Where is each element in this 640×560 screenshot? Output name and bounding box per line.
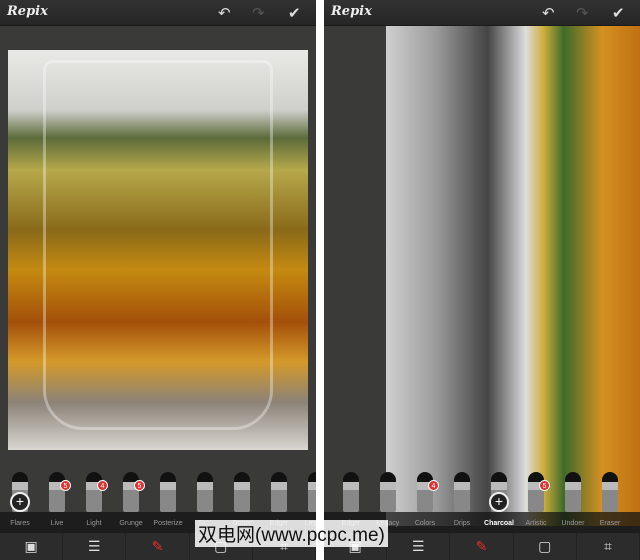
brush-edger[interactable]: Edger (337, 472, 365, 527)
premium-count-badge: 5 (134, 480, 145, 491)
brush-pen-icon (565, 472, 581, 512)
brush-pen-icon (49, 472, 65, 512)
brush-pen-icon (234, 472, 250, 512)
brush-sz[interactable]: Sz... (191, 472, 219, 527)
brush-undoer[interactable]: Undoer (559, 472, 587, 527)
brush-pen-icon (197, 472, 213, 512)
brush-pen-icon (343, 472, 359, 512)
brush-colors[interactable]: 4 Colors (411, 472, 439, 527)
plus-icon[interactable]: + (489, 492, 509, 512)
brush-pen-icon (308, 472, 316, 512)
undo-icon[interactable]: ↶ (218, 4, 231, 22)
brush-pen-icon (528, 472, 544, 512)
premium-count-badge: 5 (539, 480, 550, 491)
brush-pen-icon (417, 472, 433, 512)
crop-icon[interactable]: ⌗ (577, 533, 640, 560)
glass-mug (43, 60, 273, 430)
brush-pen-icon (271, 472, 287, 512)
brush-pen-icon (123, 472, 139, 512)
sliders-icon[interactable]: ☰ (387, 533, 451, 560)
premium-count-badge: 4 (97, 480, 108, 491)
brush-drips[interactable]: Drips (448, 472, 476, 527)
brush-light[interactable]: 4 Light (80, 472, 108, 527)
brush-legacy[interactable]: Legacy (302, 472, 316, 527)
brush-pen-icon (380, 472, 396, 512)
plus-icon[interactable]: + (10, 492, 30, 512)
brush-dotter[interactable]: Dotter (324, 472, 328, 512)
brush-flares[interactable]: + Flares (6, 472, 34, 527)
brush-grunge[interactable]: 5 Grunge (117, 472, 145, 527)
done-check-icon[interactable]: ✔ (612, 4, 625, 22)
top-bar: Repix ↶ ↷ ✔ (0, 0, 316, 26)
redo-icon[interactable]: ↷ (576, 4, 589, 22)
redo-icon[interactable]: ↷ (252, 4, 265, 22)
pencil-icon[interactable]: ✎ (450, 533, 514, 560)
undo-icon[interactable]: ↶ (542, 4, 555, 22)
brush-pen-icon (86, 472, 102, 512)
photo-canvas[interactable] (8, 50, 308, 450)
app-logo: Repix (331, 4, 372, 19)
brush-dotter[interactable]: Dotter (228, 472, 256, 527)
done-check-icon[interactable]: ✔ (288, 4, 301, 22)
brush-eraser[interactable]: Eraser (596, 472, 624, 527)
photo-canvas[interactable] (386, 26, 640, 526)
app-logo: Repix (7, 4, 48, 19)
brush-pen-icon (454, 472, 470, 512)
brush-live[interactable]: 5 Live (43, 472, 71, 527)
watermark: 双电网(www.pcpc.me) (195, 520, 388, 547)
frame-icon[interactable]: ▢ (514, 533, 577, 560)
brush-label: Eraser (599, 520, 621, 527)
left-screen: Repix ↶ ↷ ✔ + Flares 5 Live 4 Light 5 Grunge Pos… (0, 0, 316, 560)
premium-count-badge: 4 (428, 480, 439, 491)
pencil-icon[interactable]: ✎ (126, 533, 190, 560)
brush-charcoal[interactable]: + Charcoal (484, 472, 514, 527)
brush-artistic[interactable]: 5 Artistic (522, 472, 550, 527)
brush-edger[interactable]: Edger (265, 472, 293, 527)
brush-pen-icon (602, 472, 618, 512)
right-screen: Repix ↶ ↷ ✔ Dotter Edger Legacy 4Colors Drip… (324, 0, 640, 560)
brush-pen-icon (160, 472, 176, 512)
photos-icon[interactable]: ▣ (0, 533, 64, 560)
brush-legacy[interactable]: Legacy (374, 472, 402, 527)
brush-posterize[interactable]: Posterize (153, 472, 183, 527)
top-bar: Repix ↶ ↷ ✔ (324, 0, 640, 26)
sliders-icon[interactable]: ☰ (63, 533, 127, 560)
premium-count-badge: 5 (60, 480, 71, 491)
